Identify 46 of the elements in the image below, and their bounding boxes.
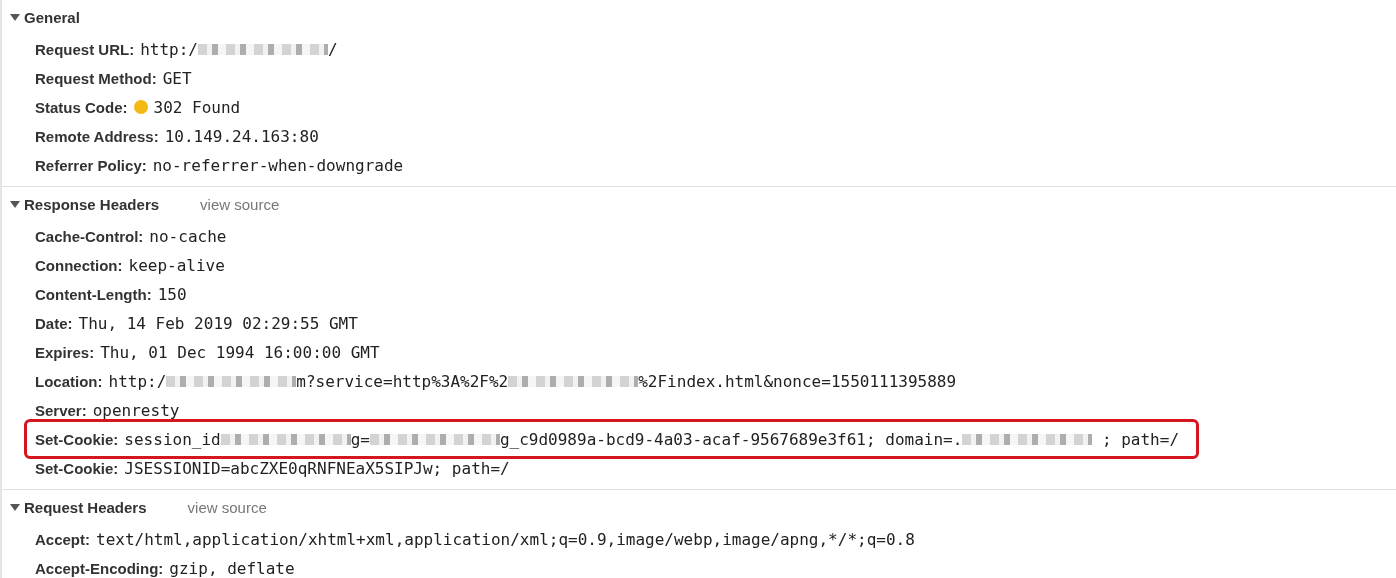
header-value: no-referrer-when-downgrade [152, 155, 404, 175]
header-value: 302 Found [153, 97, 241, 117]
header-value: JSESSIONID=abcZXE0qRNFNEaX5SIPJw; path=/ [124, 458, 510, 478]
header-name: Set-Cookie: [35, 430, 119, 448]
header-name: Accept-Encoding: [35, 559, 164, 577]
header-value: 10.149.24.163:80 [164, 126, 319, 146]
header-value: Thu, 14 Feb 2019 02:29:55 GMT [78, 313, 358, 333]
header-value: g_c9d0989a-bcd9-4a03-acaf-9567689e3f61; domain=. [499, 429, 963, 449]
header-value: ; path=/ [1100, 429, 1179, 449]
header-name: Set-Cookie: [35, 459, 119, 477]
header-value: GET [162, 68, 192, 88]
header-value: http:/ [140, 39, 198, 59]
section-title[interactable]: Request Headers [24, 498, 147, 516]
header-name: Status Code: [35, 98, 128, 116]
header-value: openresty [92, 400, 180, 420]
header-name: Content-Length: [35, 285, 152, 303]
header-name: Location: [35, 372, 103, 390]
section-title[interactable]: General [24, 8, 80, 26]
header-name: Remote Address: [35, 127, 159, 145]
header-value: / [327, 39, 338, 59]
header-name: Expires: [35, 343, 95, 361]
disclosure-triangle-icon[interactable] [10, 199, 20, 209]
header-value: no-cache [149, 226, 227, 246]
header-name: Referrer Policy: [35, 156, 147, 174]
header-name: Cache-Control: [35, 227, 144, 245]
header-value: 150 [157, 284, 187, 304]
header-value: %2Findex.html&nonce=1550111395889 [638, 371, 957, 391]
header-value: text/html,application/xhtml+xml,application/xml;q=0.9,image/webp,image/apng,*/*;q=0.8 [96, 529, 915, 549]
header-value: Thu, 01 Dec 1994 16:00:00 GMT [100, 342, 380, 362]
header-value: session_id [124, 429, 221, 449]
view-source-link[interactable]: view source [187, 498, 267, 516]
header-value: gzip, deflate [169, 558, 295, 578]
header-name: Connection: [35, 256, 123, 274]
header-name: Request Method: [35, 69, 157, 87]
view-source-link[interactable]: view source [200, 195, 280, 213]
header-value: m?service=http%3A%2F%2 [296, 371, 509, 391]
header-name: Server: [35, 401, 87, 419]
disclosure-triangle-icon[interactable] [10, 502, 20, 512]
header-name: Request URL: [35, 40, 135, 58]
disclosure-triangle-icon[interactable] [10, 12, 20, 22]
header-value: keep-alive [128, 255, 225, 275]
header-name: Accept: [35, 530, 90, 548]
header-value: http:/ [108, 371, 167, 391]
section-title[interactable]: Response Headers [24, 195, 160, 213]
header-value: g= [350, 429, 370, 449]
header-name: Date: [35, 314, 73, 332]
